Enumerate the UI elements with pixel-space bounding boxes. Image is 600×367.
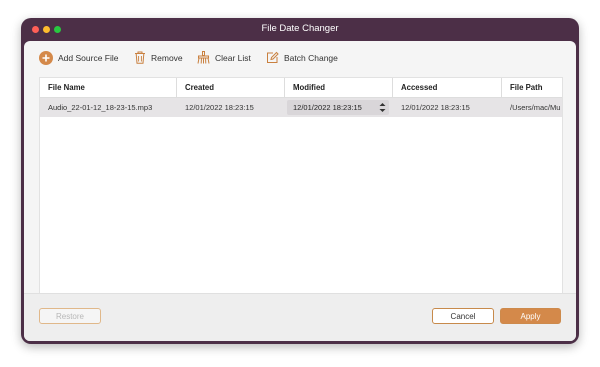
column-header-file-path[interactable]: File Path bbox=[502, 78, 562, 97]
cancel-button[interactable]: Cancel bbox=[432, 308, 494, 324]
column-header-file-name[interactable]: File Name bbox=[40, 78, 177, 97]
title-bar: File Date Changer bbox=[21, 18, 579, 41]
app-window: File Date Changer Add Source File Remove bbox=[21, 18, 579, 344]
column-header-modified[interactable]: Modified bbox=[285, 78, 393, 97]
batch-change-button[interactable]: Batch Change bbox=[266, 49, 338, 66]
main-content: Add Source File Remove Clear List Batch … bbox=[24, 41, 576, 341]
remove-label: Remove bbox=[151, 52, 183, 63]
cell-accessed: 12/01/2022 18:23:15 bbox=[401, 103, 470, 112]
batch-change-label: Batch Change bbox=[284, 52, 338, 63]
toolbar: Add Source File Remove Clear List Batch … bbox=[24, 41, 576, 75]
table-row[interactable]: Audio_22-01-12_18-23-15.mp3 12/01/2022 1… bbox=[40, 98, 562, 117]
modified-date-input[interactable]: 12/01/2022 18:23:15 bbox=[287, 100, 389, 115]
remove-button[interactable]: Remove bbox=[134, 49, 183, 66]
column-header-accessed[interactable]: Accessed bbox=[393, 78, 502, 97]
clear-list-button[interactable]: Clear List bbox=[197, 49, 251, 66]
bottom-bar: Restore Cancel Apply bbox=[24, 293, 576, 341]
broom-icon bbox=[197, 51, 210, 64]
add-source-file-button[interactable]: Add Source File bbox=[39, 49, 118, 66]
edit-icon bbox=[267, 51, 279, 63]
cell-created: 12/01/2022 18:23:15 bbox=[185, 103, 254, 112]
plus-circle-icon bbox=[39, 50, 53, 65]
column-header-created[interactable]: Created bbox=[177, 78, 285, 97]
trash-icon bbox=[135, 51, 145, 64]
restore-button[interactable]: Restore bbox=[39, 308, 101, 324]
table-header: File Name Created Modified Accessed File… bbox=[40, 78, 562, 98]
modified-date-value: 12/01/2022 18:23:15 bbox=[293, 103, 362, 112]
clear-list-label: Clear List bbox=[215, 52, 251, 63]
file-table: File Name Created Modified Accessed File… bbox=[39, 77, 563, 307]
cell-file-name: Audio_22-01-12_18-23-15.mp3 bbox=[48, 103, 153, 112]
add-source-file-label: Add Source File bbox=[58, 52, 119, 63]
window-title: File Date Changer bbox=[261, 23, 339, 34]
stepper-arrows-icon[interactable] bbox=[379, 102, 386, 113]
cell-file-path: /Users/mac/Mu bbox=[510, 103, 561, 112]
apply-button[interactable]: Apply bbox=[500, 308, 561, 324]
